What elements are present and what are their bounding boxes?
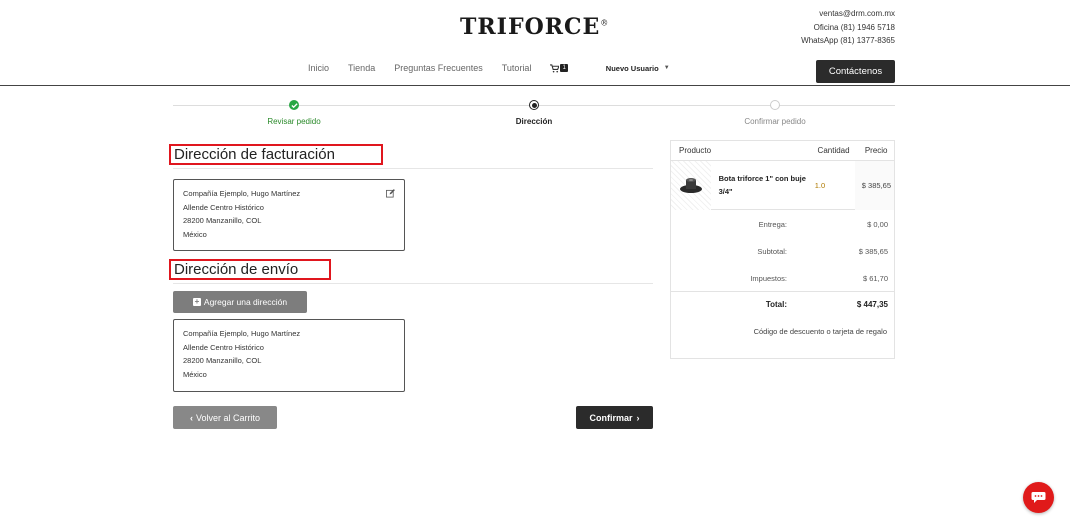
address-line: Compañía Ejemplo, Hugo Martínez bbox=[183, 329, 301, 338]
main-nav: Inicio Tienda Preguntas Frecuentes Tutor… bbox=[308, 63, 670, 73]
address-line: 28200 Manzanillo, COL bbox=[183, 356, 262, 365]
address-line: Allende Centro Histórico bbox=[183, 342, 264, 352]
product-image[interactable] bbox=[671, 160, 711, 210]
row-label: Impuestos: bbox=[750, 274, 787, 283]
product-price: $ 385,65 bbox=[855, 160, 894, 210]
billing-title: Dirección de facturación bbox=[169, 144, 383, 165]
address-line: 28200 Manzanillo, COL bbox=[183, 216, 262, 225]
add-address-button[interactable]: + Agregar una dirección bbox=[173, 291, 307, 313]
shipping-divider bbox=[173, 283, 653, 284]
step-address: Dirección bbox=[454, 100, 614, 126]
back-to-cart-button[interactable]: ‹ Volver al Carrito bbox=[173, 406, 277, 429]
step-review-order[interactable]: Revisar pedido bbox=[214, 100, 374, 126]
address-line: Compañía Ejemplo, Hugo Martínez bbox=[183, 189, 301, 198]
address-line: México bbox=[183, 369, 207, 379]
brand-logo[interactable]: TRIFORCE® bbox=[460, 14, 609, 40]
summary-header: Producto Cantidad Precio bbox=[671, 141, 894, 161]
add-address-label: Agregar una dirección bbox=[203, 297, 288, 307]
caret-down-icon: ▼ bbox=[663, 65, 670, 71]
edit-icon[interactable] bbox=[386, 189, 395, 198]
confirm-button[interactable]: Confirmar › bbox=[576, 406, 653, 429]
check-icon bbox=[289, 100, 299, 110]
product-qty: 1.0 bbox=[814, 180, 826, 190]
product-name[interactable]: Bota triforce 1" con buje 3/4" bbox=[711, 172, 812, 198]
contact-email[interactable]: ventas@drm.com.mx bbox=[801, 7, 895, 21]
shipping-title: Dirección de envío bbox=[169, 259, 331, 280]
chevron-right-icon: › bbox=[636, 412, 640, 423]
header-divider bbox=[0, 85, 1070, 86]
plus-square-icon: + bbox=[192, 297, 201, 306]
header-qty: Cantidad bbox=[817, 146, 850, 155]
total-value: $ 447,35 bbox=[856, 300, 888, 309]
billing-address-card[interactable]: Compañía Ejemplo, Hugo Martínez Allende … bbox=[173, 179, 405, 251]
row-value: $ 0,00 bbox=[867, 220, 888, 229]
row-value: $ 61,70 bbox=[862, 274, 888, 283]
user-name: Nuevo Usuario bbox=[605, 63, 659, 73]
contact-office: Oficina (81) 1946 5718 bbox=[813, 22, 895, 32]
address-line: Allende Centro Histórico bbox=[183, 202, 264, 212]
row-value: $ 385,65 bbox=[858, 247, 888, 256]
back-label: Volver al Carrito bbox=[195, 412, 261, 423]
row-label: Subtotal: bbox=[757, 247, 787, 256]
cart-link[interactable]: 1 bbox=[550, 63, 568, 73]
header-product: Producto bbox=[679, 146, 712, 155]
nav-preguntas-frecuentes[interactable]: Preguntas Frecuentes bbox=[394, 63, 483, 73]
total-divider bbox=[671, 291, 894, 292]
discount-code-link[interactable]: Código de descuento o tarjeta de regalo bbox=[754, 327, 887, 336]
logo-text: TRIFORCE bbox=[460, 14, 601, 40]
pending-step-icon bbox=[770, 100, 780, 110]
step-label: Revisar pedido bbox=[267, 117, 321, 126]
contact-whatsapp[interactable]: WhatsApp (81) 1377-8365 bbox=[801, 34, 895, 48]
active-step-icon bbox=[529, 100, 539, 110]
chat-button[interactable] bbox=[1023, 482, 1054, 513]
contact-info: ventas@drm.com.mx Oficina (81) 1946 5718… bbox=[801, 7, 895, 48]
header-price: Precio bbox=[864, 146, 888, 155]
chevron-left-icon: ‹ bbox=[189, 412, 193, 423]
chat-bubble-icon bbox=[1031, 492, 1046, 503]
nav-tutorial[interactable]: Tutorial bbox=[502, 63, 532, 73]
cart-count-badge: 1 bbox=[560, 63, 568, 72]
contact-button[interactable]: Contáctenos bbox=[816, 60, 895, 83]
user-menu[interactable]: Nuevo Usuario ▼ bbox=[606, 64, 670, 73]
billing-divider bbox=[173, 168, 653, 169]
confirm-label: Confirmar bbox=[589, 412, 633, 423]
shipping-address-card[interactable]: Compañía Ejemplo, Hugo Martínez Allende … bbox=[173, 319, 405, 392]
row-label: Entrega: bbox=[758, 220, 787, 229]
total-label: Total: bbox=[765, 300, 787, 309]
shopping-cart-icon bbox=[550, 63, 560, 72]
registered-mark: ® bbox=[600, 18, 610, 28]
step-confirm-order: Confirmar pedido bbox=[695, 100, 855, 126]
nav-inicio[interactable]: Inicio bbox=[308, 63, 329, 73]
summary-item-row: Bota triforce 1" con buje 3/4" 1.0 $ 385… bbox=[671, 160, 894, 210]
nav-tienda[interactable]: Tienda bbox=[348, 63, 375, 73]
order-summary: Producto Cantidad Precio Bota triforce 1… bbox=[670, 140, 895, 359]
step-label: Dirección bbox=[515, 117, 553, 126]
step-label: Confirmar pedido bbox=[744, 117, 806, 126]
address-line: México bbox=[183, 229, 207, 239]
